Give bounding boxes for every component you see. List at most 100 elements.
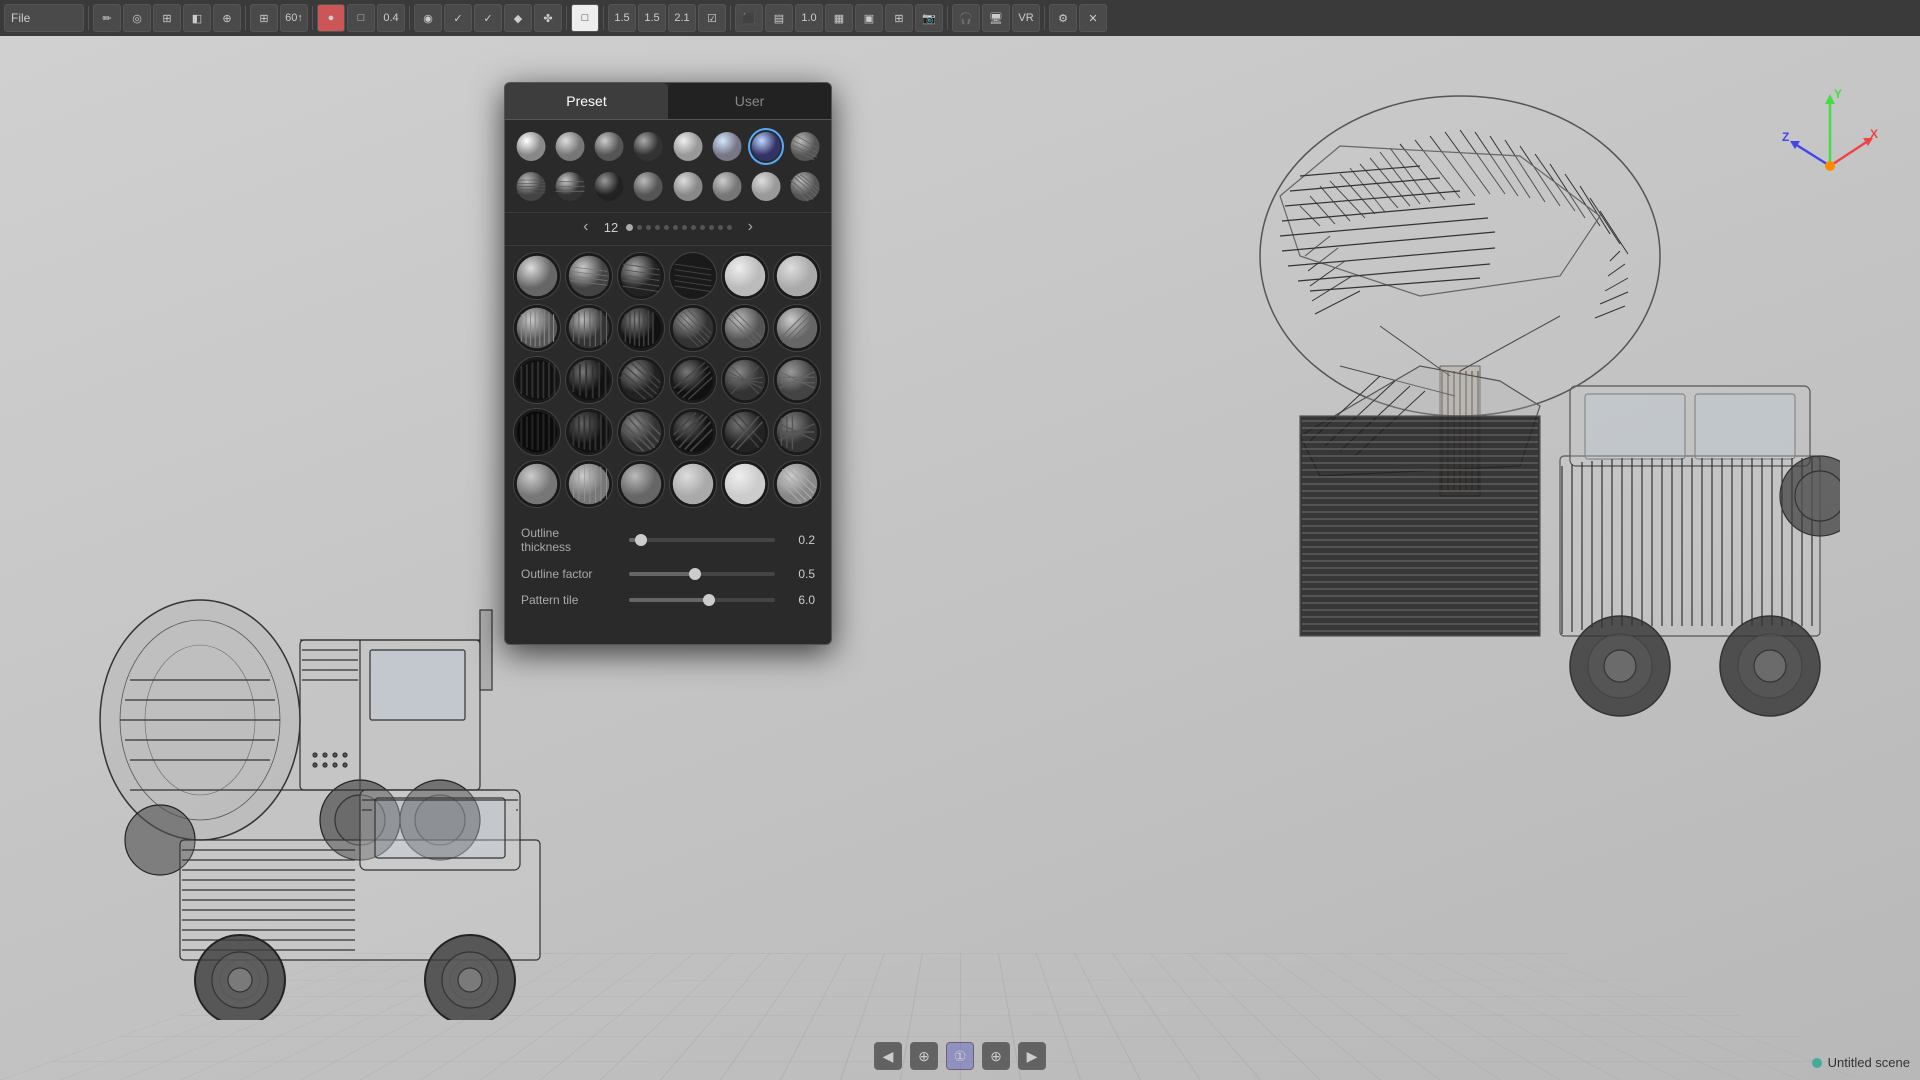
tool-layers[interactable]: ▤	[765, 4, 793, 32]
tool-diamond[interactable]: ◆	[504, 4, 532, 32]
pattern-tile-thumb[interactable]	[703, 594, 715, 606]
tool-headphones[interactable]: 🎧	[952, 4, 980, 32]
brush-1-6[interactable]	[773, 252, 821, 300]
page-next-arrow[interactable]: ›	[740, 217, 760, 237]
tool-3d-box[interactable]: ⬛	[735, 4, 763, 32]
tool-grid[interactable]: ⊞	[250, 4, 278, 32]
nav-gyroscope-icon[interactable]: ⊕	[910, 1042, 938, 1070]
brush-3-2[interactable]	[565, 356, 613, 404]
sphere-4[interactable]	[630, 128, 666, 165]
brush-3-4[interactable]	[669, 356, 717, 404]
nav-circle-1-icon[interactable]: ①	[946, 1042, 974, 1070]
nav-prev-arrow[interactable]: ◀	[874, 1042, 902, 1070]
tool-hatching[interactable]: ▦	[825, 4, 853, 32]
tool-checkbox[interactable]: ☑	[698, 4, 726, 32]
tab-preset[interactable]: Preset	[505, 83, 668, 119]
brush-5-1[interactable]	[513, 460, 561, 508]
tool-settings[interactable]: ⚙	[1049, 4, 1077, 32]
outline-factor-thumb[interactable]	[689, 568, 701, 580]
brush-5-6[interactable]	[773, 460, 821, 508]
nav-next-arrow[interactable]: ▶	[1018, 1042, 1046, 1070]
sphere-14[interactable]	[709, 168, 745, 205]
material-panel: Preset User	[504, 82, 832, 645]
tool-mat[interactable]: ▣	[855, 4, 883, 32]
brush-4-2[interactable]	[565, 408, 613, 456]
tool-monitor[interactable]: 🖥	[982, 4, 1010, 32]
brush-5-5[interactable]	[721, 460, 769, 508]
tool-view3[interactable]: ◧	[183, 4, 211, 32]
pattern-tile-track[interactable]	[629, 598, 775, 602]
brush-2-5[interactable]	[721, 304, 769, 352]
sphere-3[interactable]	[591, 128, 627, 165]
sphere-7-selected[interactable]	[748, 128, 784, 165]
brush-3-1[interactable]	[513, 356, 561, 404]
toolbar-separator-4	[409, 6, 410, 30]
tool-check2[interactable]: ✓	[474, 4, 502, 32]
val-2-1[interactable]: 2.1	[668, 4, 696, 32]
tool-check1[interactable]: ✓	[444, 4, 472, 32]
brush-2-4[interactable]	[669, 304, 717, 352]
tool-edit[interactable]: ✏	[93, 4, 121, 32]
brush-2-1[interactable]	[513, 304, 561, 352]
brush-5-2[interactable]	[565, 460, 613, 508]
val-1-0[interactable]: 1.0	[795, 4, 823, 32]
brush-3-5[interactable]	[721, 356, 769, 404]
brush-1-5[interactable]	[721, 252, 769, 300]
brush-5-4[interactable]	[669, 460, 717, 508]
brush-2-6[interactable]	[773, 304, 821, 352]
tool-camera2[interactable]: 📷	[915, 4, 943, 32]
tool-box[interactable]: □	[347, 4, 375, 32]
sphere-2[interactable]	[552, 128, 588, 165]
page-prev-arrow[interactable]: ‹	[576, 217, 596, 237]
brush-4-1[interactable]	[513, 408, 561, 456]
opacity-value[interactable]: 0.4	[377, 4, 405, 32]
brush-1-4[interactable]	[669, 252, 717, 300]
file-menu[interactable]: File	[4, 4, 84, 32]
toolbar-separator-9	[1044, 6, 1045, 30]
sphere-12[interactable]	[630, 168, 666, 205]
viewport[interactable]: Y X Z Untitled scene ◀ ⊕ ① ⊕ ▶ Preset Us…	[0, 36, 1920, 1080]
brush-5-3[interactable]	[617, 460, 665, 508]
tab-user[interactable]: User	[668, 83, 831, 119]
outline-thickness-track[interactable]	[629, 538, 775, 542]
tool-render[interactable]: ●	[317, 4, 345, 32]
brush-3-3[interactable]	[617, 356, 665, 404]
val-1-5a[interactable]: 1.5	[608, 4, 636, 32]
brush-4-6[interactable]	[773, 408, 821, 456]
tool-view2[interactable]: ⊞	[153, 4, 181, 32]
fps-value[interactable]: 60↑	[280, 4, 308, 32]
tool-white-box[interactable]: □	[571, 4, 599, 32]
tool-clover[interactable]: ✤	[534, 4, 562, 32]
brush-1-2[interactable]	[565, 252, 613, 300]
tool-vr[interactable]: VR	[1012, 4, 1040, 32]
tool-circle[interactable]: ◉	[414, 4, 442, 32]
brush-1-1[interactable]	[513, 252, 561, 300]
brush-4-3[interactable]	[617, 408, 665, 456]
brush-1-3[interactable]	[617, 252, 665, 300]
tool-close[interactable]: ✕	[1079, 4, 1107, 32]
sphere-1[interactable]	[513, 128, 549, 165]
outline-factor-track[interactable]	[629, 572, 775, 576]
sphere-13[interactable]	[670, 168, 706, 205]
sphere-9[interactable]	[513, 168, 549, 205]
tool-camera[interactable]: ◎	[123, 4, 151, 32]
tool-expand[interactable]: ⊞	[885, 4, 913, 32]
sphere-6[interactable]	[709, 128, 745, 165]
pattern-tile-label: Pattern tile	[521, 593, 621, 607]
sphere-5[interactable]	[670, 128, 706, 165]
nav-add-icon[interactable]: ⊕	[982, 1042, 1010, 1070]
tool-globe[interactable]: ⊕	[213, 4, 241, 32]
brush-4-4[interactable]	[669, 408, 717, 456]
brush-2-2[interactable]	[565, 304, 613, 352]
sphere-10[interactable]	[552, 168, 588, 205]
sphere-11[interactable]	[591, 168, 627, 205]
val-1-5b[interactable]: 1.5	[638, 4, 666, 32]
sphere-16[interactable]	[787, 168, 823, 205]
sphere-15[interactable]	[748, 168, 784, 205]
brush-2-3[interactable]	[617, 304, 665, 352]
brush-4-5[interactable]	[721, 408, 769, 456]
brush-3-6[interactable]	[773, 356, 821, 404]
outline-thickness-thumb[interactable]	[635, 534, 647, 546]
sphere-8[interactable]	[787, 128, 823, 165]
outline-factor-fill	[629, 572, 695, 576]
